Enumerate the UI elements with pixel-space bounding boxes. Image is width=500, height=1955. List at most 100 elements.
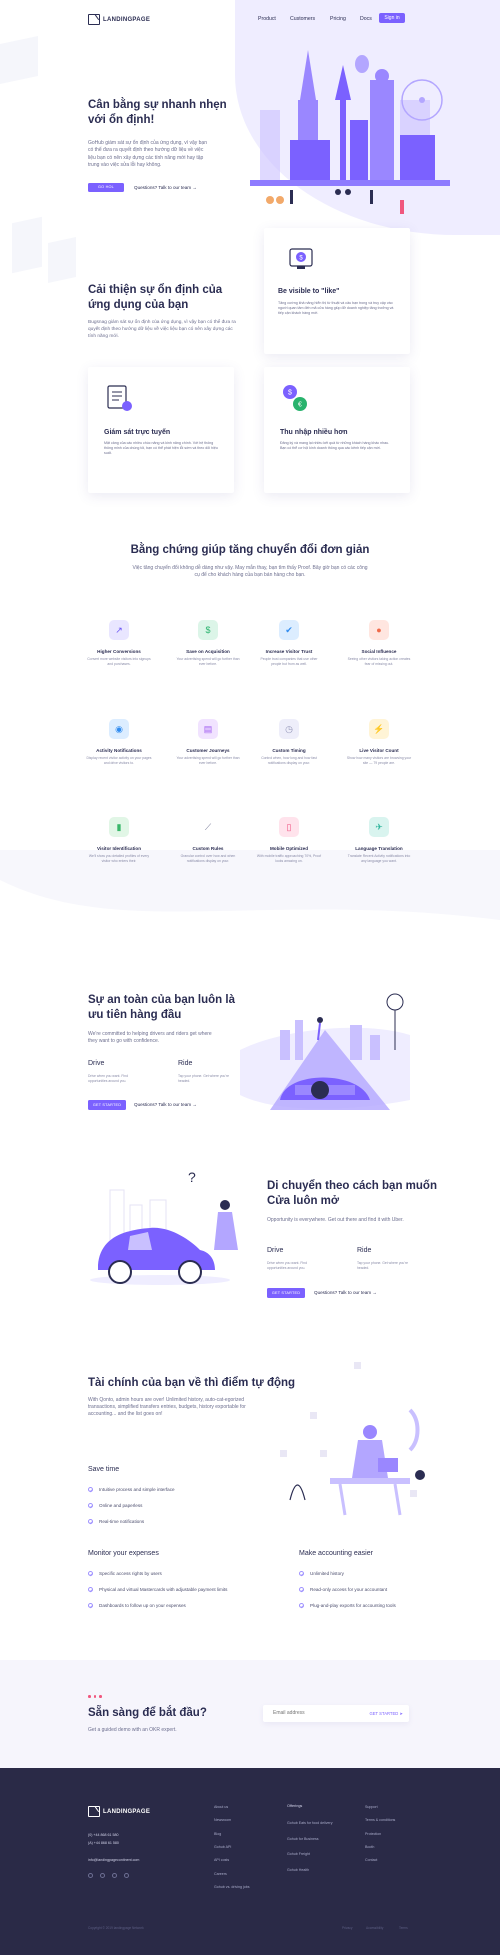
woman-laptop-illustration bbox=[280, 1362, 425, 1516]
monitor-dollar-icon: $ bbox=[289, 248, 313, 269]
safety-drive-title: Drive bbox=[88, 1060, 105, 1067]
feature-card-income: $ € Thu nhập nhiều hơn Đăng ký và mang l… bbox=[264, 367, 410, 493]
footer-link[interactable]: Gohub Eats for food delivery bbox=[287, 1821, 333, 1825]
footer-link[interactable]: Careers bbox=[214, 1872, 227, 1876]
check-circle-icon bbox=[88, 1587, 93, 1592]
save-time-heading: Save time bbox=[88, 1466, 120, 1473]
mobile-icon: ▯ bbox=[279, 817, 299, 837]
checklist-item-label: Online and paperless bbox=[99, 1503, 143, 1508]
move-title: Di chuyển theo cách bạn muốn Cửa luôn mở bbox=[267, 1180, 437, 1207]
footer-link-terms[interactable]: Terms bbox=[399, 1926, 408, 1930]
feature-description: People trust companies that use other pe… bbox=[260, 657, 318, 666]
footer-link[interactable]: Newsroom bbox=[214, 1818, 231, 1822]
footer-link[interactable]: Terms & conditions bbox=[365, 1818, 395, 1822]
person-icon: ● bbox=[369, 620, 389, 640]
footer-link[interactable]: Booth bbox=[365, 1845, 374, 1849]
footer-phone-2: (A) +44 868 61 580 bbox=[88, 1841, 119, 1845]
move-drive-desc: Drive when you want. Find opportunities … bbox=[267, 1261, 307, 1270]
logo-mark-icon bbox=[88, 14, 100, 25]
feature-title: Custom Timing bbox=[272, 748, 306, 753]
nav-link-product[interactable]: Product bbox=[258, 16, 276, 22]
linkedin-icon[interactable] bbox=[112, 1873, 117, 1878]
purple-car-illustration: ? bbox=[90, 1170, 238, 1285]
footer-link-accessibility[interactable]: Accessibility bbox=[366, 1926, 383, 1930]
checklist-item: Read-only access for your accountant bbox=[299, 1587, 387, 1592]
footer-logo[interactable]: LANDINGPAGE bbox=[88, 1806, 150, 1817]
checklist-item: Dashboards to follow up on your expenses bbox=[88, 1603, 186, 1608]
checklist-item: Physical and virtual Mastercards with ad… bbox=[88, 1587, 227, 1592]
move-ride-title: Ride bbox=[357, 1247, 372, 1254]
twitter-icon[interactable] bbox=[100, 1873, 105, 1878]
footer-link[interactable]: Gohub vs. driving jobs bbox=[214, 1885, 250, 1889]
feature-description: Your advertising spend will go further t… bbox=[176, 657, 240, 666]
plane-icon: ✈ bbox=[369, 817, 389, 837]
brand-logo[interactable]: LANDINGPAGE bbox=[88, 14, 150, 25]
hero-cta-button[interactable]: GO HOL bbox=[88, 183, 124, 192]
check-circle-icon bbox=[88, 1487, 93, 1492]
clock-icon: ◷ bbox=[279, 719, 299, 739]
instagram-icon[interactable] bbox=[124, 1873, 129, 1878]
feature-description: Seeing other visitors taking action crea… bbox=[347, 657, 411, 666]
feature-title: Activity Notifications bbox=[96, 748, 142, 753]
move-cta-button[interactable]: GET STARTED bbox=[267, 1288, 305, 1298]
compass-icon: ⟋ bbox=[198, 817, 218, 837]
facebook-icon[interactable] bbox=[88, 1873, 93, 1878]
email-signup-box: GET STARTED ➤ bbox=[263, 1705, 409, 1722]
footer-link[interactable]: Blog bbox=[214, 1832, 221, 1836]
safety-cta-button[interactable]: GET STARTED bbox=[88, 1100, 126, 1110]
landing-page: LANDINGPAGE Product Customers Pricing Do… bbox=[0, 0, 500, 1955]
footer-link-privacy[interactable]: Privacy bbox=[342, 1926, 352, 1930]
feature-description: Show how many visitors are browsing your… bbox=[346, 756, 412, 765]
check-badge-icon: ✔ bbox=[279, 620, 299, 640]
nav-link-docs[interactable]: Docs bbox=[360, 16, 372, 22]
feature-card-monitoring: Giám sát trực tuyến Mặt cảng của các nhi… bbox=[88, 367, 234, 493]
safety-questions-link[interactable]: Questions? Talk to our team → bbox=[134, 1102, 197, 1107]
safety-drive-desc: Drive when you want. Find opportunities … bbox=[88, 1074, 128, 1083]
proof-description: Việc tăng chuyển đổi không dễ dàng như v… bbox=[132, 565, 368, 578]
document-monitor-icon bbox=[107, 385, 132, 411]
card-title: Giám sát trực tuyến bbox=[104, 429, 171, 436]
checklist-item-label: Real-time notifications bbox=[99, 1519, 145, 1524]
footer-link[interactable]: About us bbox=[214, 1805, 228, 1809]
footer-link[interactable]: Protection bbox=[365, 1832, 381, 1836]
email-submit-button[interactable]: GET STARTED ➤ bbox=[369, 1711, 403, 1716]
feature-title: Custom Rules bbox=[192, 846, 224, 851]
footer-link[interactable]: Gohub API bbox=[214, 1845, 231, 1849]
footer-link[interactable]: Contact bbox=[365, 1858, 377, 1862]
decorative-cube bbox=[48, 237, 76, 283]
send-icon: ➤ bbox=[399, 1710, 403, 1716]
checklist-item: Online and paperless bbox=[88, 1503, 142, 1508]
signin-button[interactable]: Sign in bbox=[379, 13, 405, 23]
hero-description: GoHub giám sát sự ổn định của ứng dụng, … bbox=[88, 140, 207, 168]
feature-description: Control when, how long and how fast noti… bbox=[261, 756, 317, 765]
email-input[interactable] bbox=[273, 1710, 353, 1716]
nav-link-customers[interactable]: Customers bbox=[290, 16, 315, 22]
safety-ride-desc: Tap your phone. Get where you're headed. bbox=[178, 1074, 229, 1083]
trend-icon: ↗ bbox=[109, 620, 129, 640]
footer-link[interactable]: Gohub Freight bbox=[287, 1852, 310, 1856]
move-questions-link[interactable]: Questions? Talk to our team → bbox=[314, 1290, 377, 1295]
check-circle-icon bbox=[88, 1603, 93, 1608]
svg-text:€: € bbox=[298, 402, 302, 409]
feature-title: Visitor Identification bbox=[96, 846, 142, 851]
footer-link[interactable]: Gohub for Business bbox=[287, 1837, 319, 1841]
footer-link[interactable]: Gohub Health bbox=[287, 1868, 309, 1872]
footer-link[interactable]: Support bbox=[365, 1805, 378, 1809]
feature-item: ✈ Language Translation Translate Recent Ac… bbox=[339, 817, 419, 864]
footer-link[interactable]: API costs bbox=[214, 1858, 229, 1862]
feature-description: Translate Recent Activity notifications … bbox=[347, 854, 411, 863]
hero-city-illustration bbox=[250, 50, 450, 214]
nav-link-pricing[interactable]: Pricing bbox=[330, 16, 346, 22]
feature-card-visible: $ Be visible to "like" Tăng cường khả nă… bbox=[264, 228, 410, 354]
svg-text:$: $ bbox=[288, 390, 292, 397]
checklist-item-label: Read-only access for your accountant bbox=[310, 1587, 388, 1592]
card-description: Mặt cảng của các nhiều chúc năng và kinh… bbox=[104, 441, 218, 456]
hero-questions-link[interactable]: Questions? Talk to our team → bbox=[134, 185, 197, 190]
hero-title: Cân bằng sự nhanh nhẹn với ổn định! bbox=[88, 99, 227, 126]
logo-mark-icon bbox=[88, 1806, 100, 1817]
dollar-icon: $ bbox=[198, 620, 218, 640]
cta-subtitle: Get a guided demo with an OKR expert. bbox=[88, 1727, 177, 1733]
checklist-item-label: Intuitive process and simple interface bbox=[99, 1487, 175, 1492]
move-description: Opportunity is everywhere. Get out there… bbox=[267, 1217, 404, 1223]
footer-email[interactable]: info@landingpagecontinent.com bbox=[88, 1858, 139, 1862]
